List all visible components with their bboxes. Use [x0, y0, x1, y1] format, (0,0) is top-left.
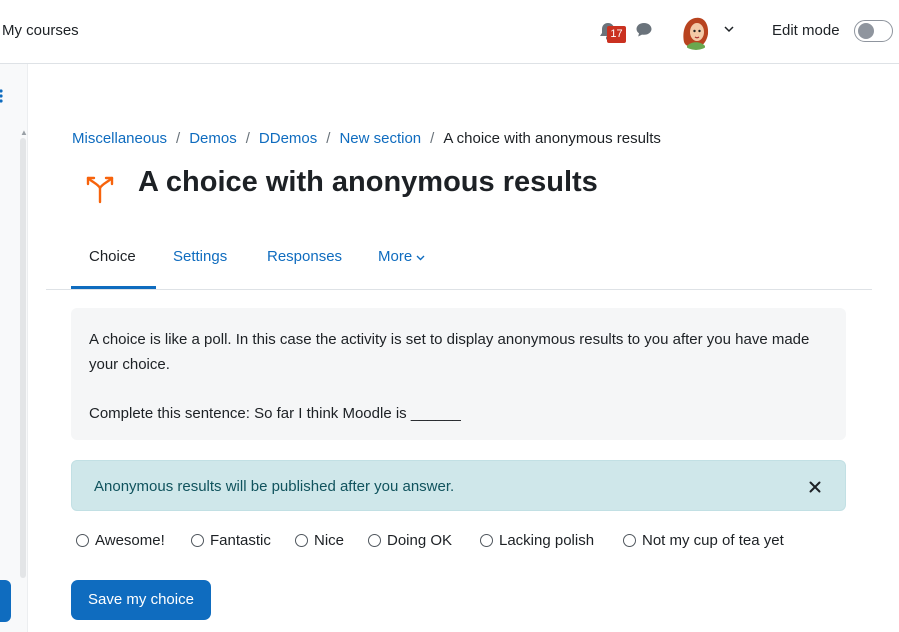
option-doing-ok[interactable]: Doing OK [368, 532, 452, 549]
save-my-choice-button[interactable]: Save my choice [71, 580, 211, 620]
close-icon[interactable] [808, 480, 822, 494]
breadcrumb-separator: / [430, 130, 435, 147]
option-label: Doing OK [387, 532, 453, 549]
alert-message: Anonymous results will be published afte… [94, 478, 455, 495]
description-paragraph: Complete this sentence: So far I think M… [89, 405, 461, 422]
edit-mode-toggle[interactable] [854, 20, 893, 42]
user-menu-chevron-down-icon[interactable] [722, 22, 736, 36]
option-not-my-cup-of-tea[interactable]: Not my cup of tea yet [623, 532, 784, 549]
option-label: Awesome! [95, 532, 165, 549]
radio-button[interactable] [295, 534, 308, 547]
activity-description: A choice is like a poll. In this case th… [71, 308, 846, 440]
option-nice[interactable]: Nice [295, 532, 344, 549]
breadcrumb: Miscellaneous / Demos / DDemos / New section / A… [72, 130, 661, 147]
tab-choice[interactable]: Choice [89, 248, 136, 265]
breadcrumb-item-ddemos[interactable]: DDemos [259, 130, 317, 147]
page-title: A choice with anonymous results [138, 166, 598, 198]
breadcrumb-separator: / [245, 130, 250, 147]
radio-button[interactable] [623, 534, 636, 547]
chevron-down-icon [416, 255, 425, 261]
notification-count-badge: 17 [607, 26, 626, 43]
radio-button[interactable] [368, 534, 381, 547]
nav-my-courses-link[interactable]: My courses [2, 22, 79, 39]
edit-mode-toggle-knob [858, 23, 874, 39]
edit-mode-label: Edit mode [772, 22, 840, 39]
breadcrumb-item-miscellaneous[interactable]: Miscellaneous [72, 130, 167, 147]
option-label: Fantastic [210, 532, 271, 549]
breadcrumb-separator: / [326, 130, 331, 147]
breadcrumb-item-demos[interactable]: Demos [189, 130, 237, 147]
option-fantastic[interactable]: Fantastic [191, 532, 271, 549]
breadcrumb-item-new-section[interactable]: New section [339, 130, 421, 147]
tab-responses[interactable]: Responses [267, 248, 342, 265]
drawer-scrollbar[interactable] [20, 138, 26, 578]
radio-button[interactable] [480, 534, 493, 547]
info-alert: Anonymous results will be published afte… [71, 460, 846, 511]
radio-button[interactable] [76, 534, 89, 547]
breadcrumb-separator: / [176, 130, 181, 147]
option-label: Nice [314, 532, 345, 549]
secondary-navigation-tabs: Choice Settings Responses More [46, 238, 872, 290]
drawer-scroll-up-icon[interactable]: ▲ [20, 128, 28, 137]
active-tab-indicator [71, 286, 156, 289]
user-avatar[interactable] [677, 12, 715, 50]
option-awesome[interactable]: Awesome! [76, 532, 165, 549]
tab-more-label: More [378, 248, 413, 265]
option-lacking-polish[interactable]: Lacking polish [480, 532, 594, 549]
radio-button[interactable] [191, 534, 204, 547]
drawer-toggle-button[interactable] [0, 580, 11, 622]
option-label: Lacking polish [499, 532, 595, 549]
breadcrumb-current: A choice with anonymous results [443, 130, 661, 147]
top-navbar: My courses 17 Edit mode [0, 0, 899, 64]
drawer-dots-icon[interactable] [0, 88, 4, 104]
choice-icon [84, 172, 116, 208]
description-paragraph: A choice is like a poll. In this case th… [89, 331, 810, 373]
messages-icon[interactable] [635, 21, 653, 39]
option-label: Not my cup of tea yet [642, 532, 784, 549]
tab-more[interactable]: More [378, 248, 425, 265]
tab-settings[interactable]: Settings [173, 248, 227, 265]
